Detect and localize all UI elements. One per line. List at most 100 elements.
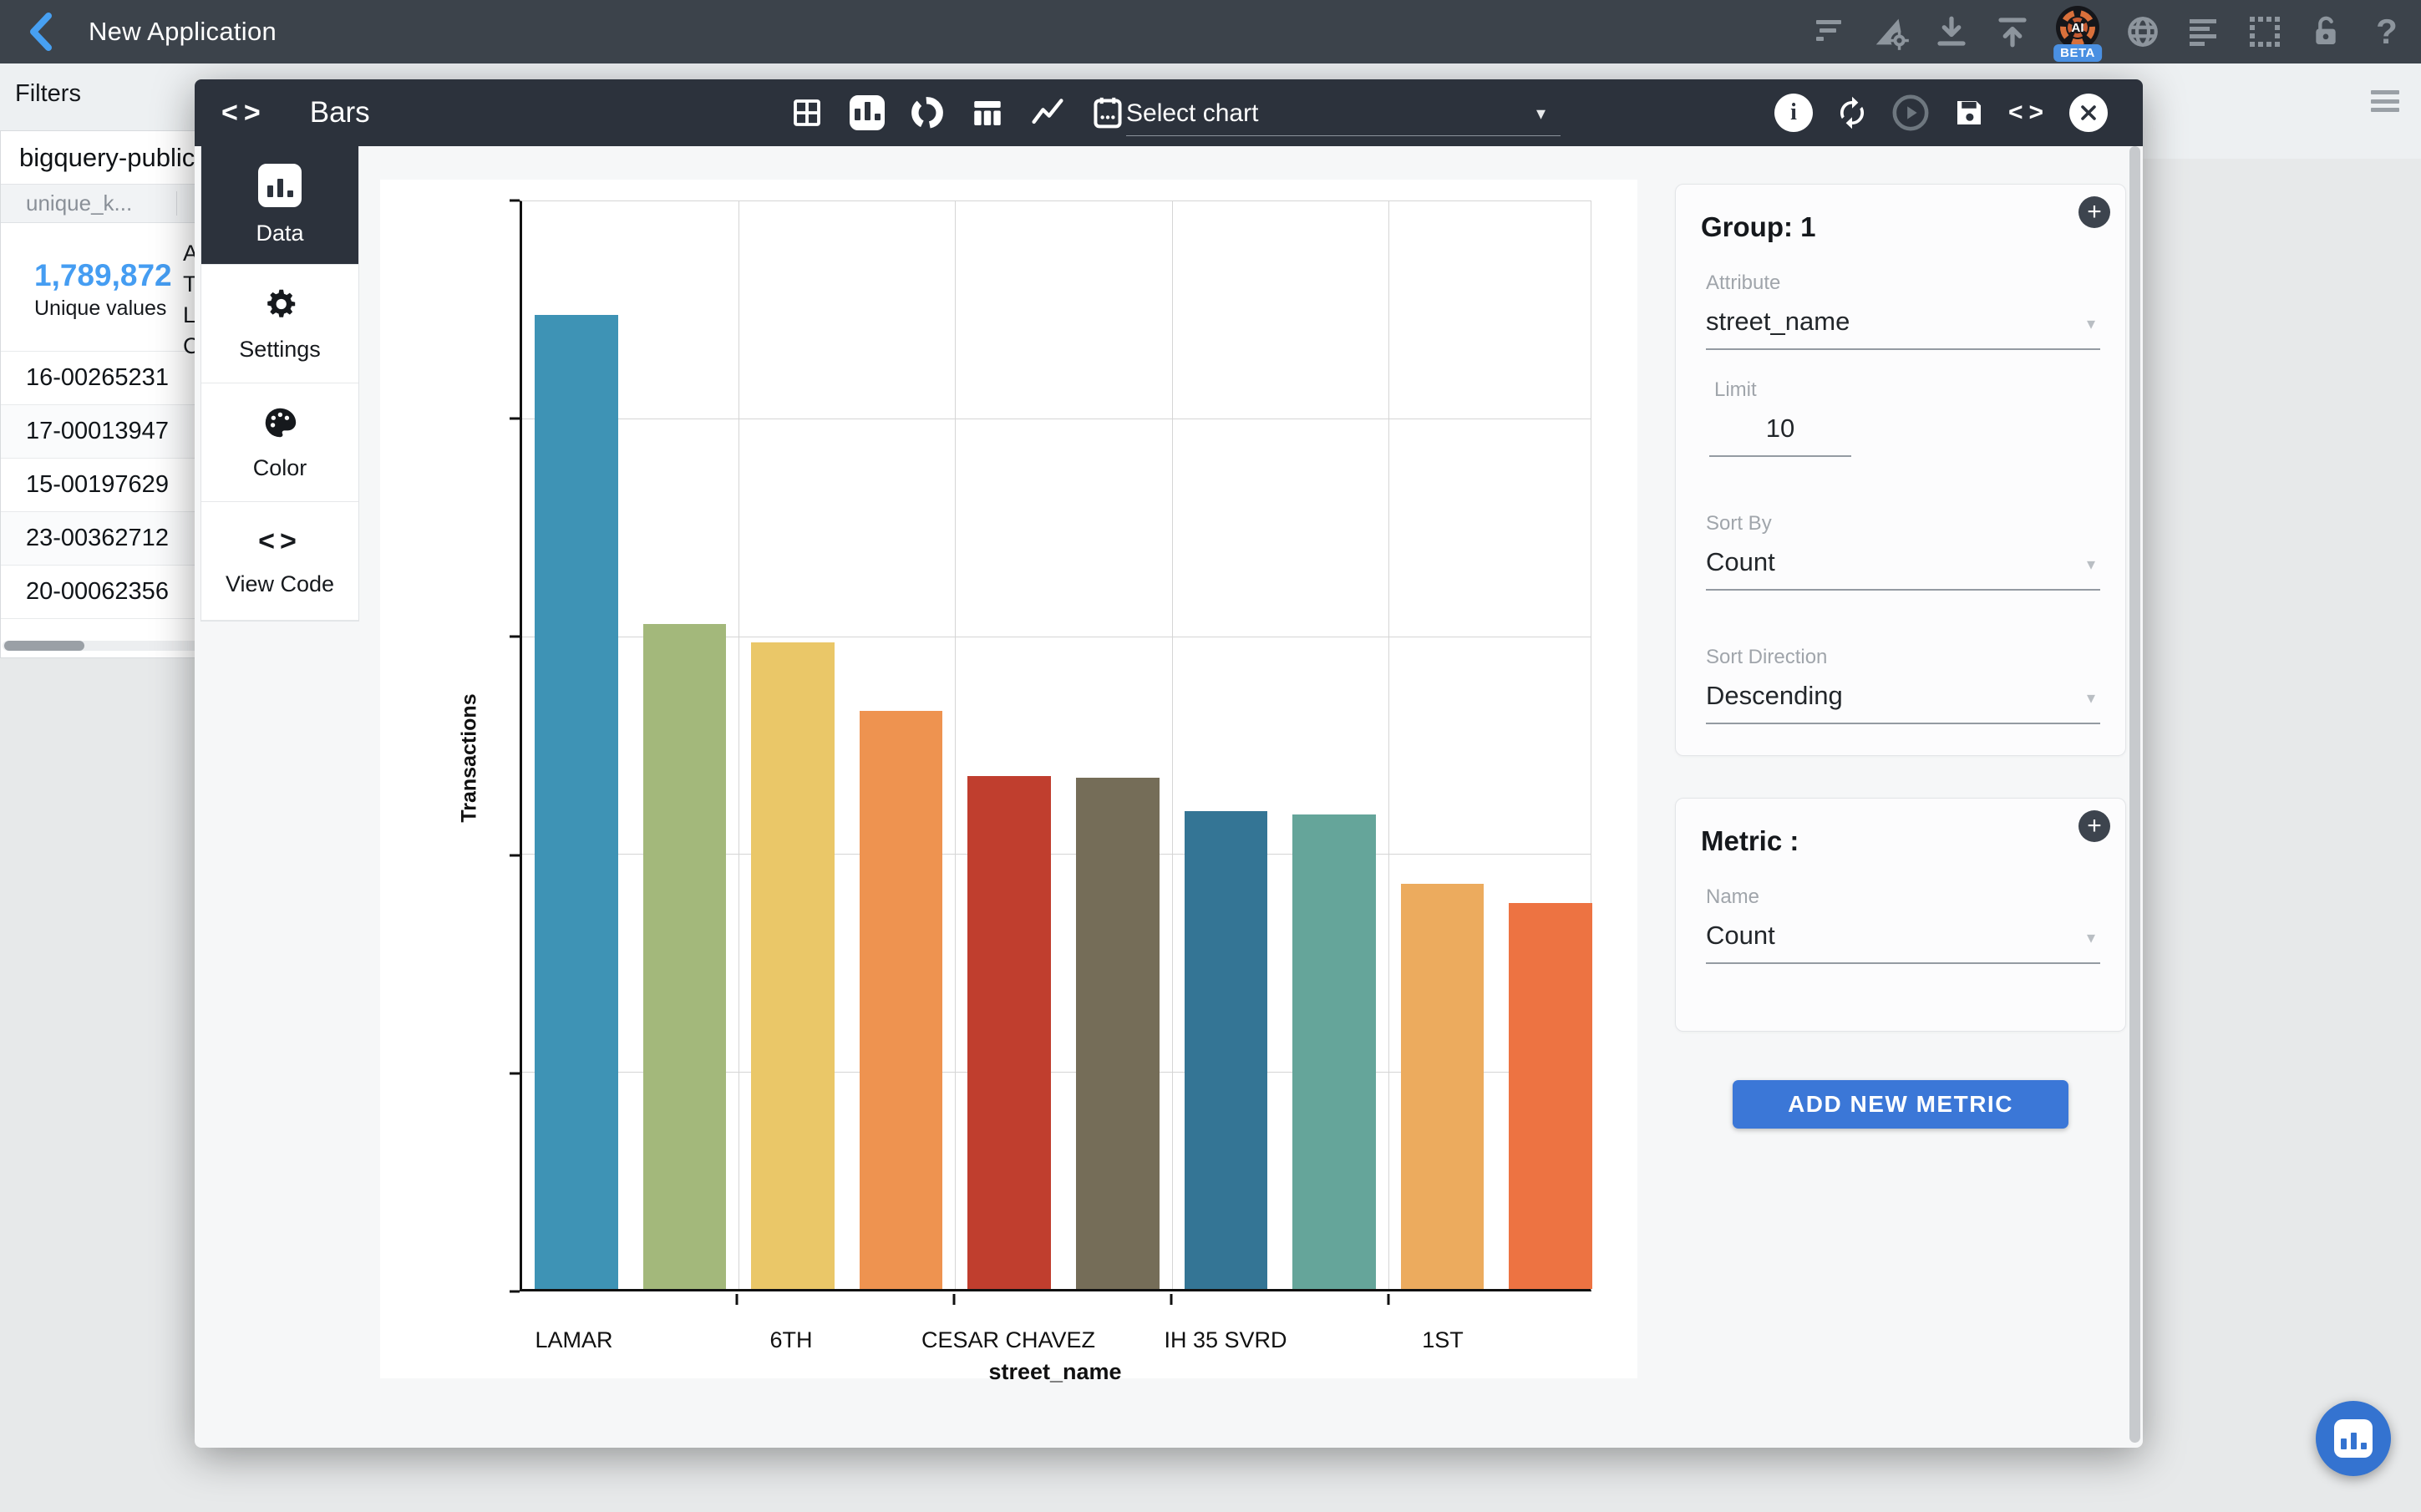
download-icon[interactable]	[1932, 0, 1971, 63]
sort-direction-label: Sort Direction	[1706, 646, 2100, 669]
info-button[interactable]: i	[1774, 94, 1813, 132]
gridline	[738, 201, 739, 1289]
x-tick-label: 6TH	[769, 1327, 812, 1353]
tab-view-code-label: View Code	[226, 571, 334, 597]
bar-chart-icon	[2334, 1419, 2373, 1458]
column-divider[interactable]	[176, 191, 177, 216]
donut-chart-icon[interactable]	[908, 94, 947, 132]
code-icon: <>	[258, 525, 302, 558]
play-button[interactable]	[1891, 94, 1930, 132]
back-chevron-icon	[28, 13, 53, 51]
x-tick-mark	[1170, 1294, 1173, 1305]
ai-logo[interactable]: AI BETA	[2054, 0, 2101, 63]
add-metric-plus-button[interactable]: +	[2078, 810, 2110, 842]
view-code-button[interactable]: <>	[2008, 99, 2049, 127]
help-icon[interactable]: ?	[2368, 0, 2406, 63]
bar[interactable]	[1509, 903, 1592, 1289]
calendar-icon[interactable]	[1089, 94, 1127, 132]
columns-icon[interactable]	[968, 94, 1007, 132]
add-group-button[interactable]: +	[2078, 196, 2110, 228]
bar[interactable]	[535, 315, 618, 1289]
modal-header: <> Bars	[195, 79, 2143, 146]
chart-editor-modal: <> Bars	[195, 79, 2143, 1448]
chevron-down-icon: ▾	[2087, 554, 2095, 575]
gridline	[955, 201, 956, 1289]
metric-name-label: Name	[1706, 885, 2100, 909]
tab-color-label: Color	[253, 455, 307, 481]
gridline	[1388, 201, 1389, 1289]
x-axis-labels: LAMAR6THCESAR CHAVEZIH 35 SVRD1ST	[520, 1327, 1591, 1361]
tab-color[interactable]: Color	[201, 383, 358, 502]
plot-area	[520, 200, 1591, 1291]
bar[interactable]	[751, 642, 835, 1289]
unique-count-label: Unique values	[34, 297, 166, 321]
sort-direction-select[interactable]: Descending ▾	[1706, 681, 2100, 724]
select-chart-dropdown[interactable]: Select chart ▾	[1126, 91, 1561, 136]
tab-data-label: Data	[256, 221, 303, 246]
y-axis-title: Transactions	[458, 693, 482, 822]
modal-actions: i	[1774, 79, 2108, 146]
metric-card: + Metric : Name Count ▾	[1675, 798, 2126, 1032]
tab-settings[interactable]: Settings	[201, 265, 358, 383]
limit-value: 10	[1766, 414, 1794, 443]
y-tick-mark	[510, 1291, 520, 1293]
save-button[interactable]	[1950, 94, 1988, 132]
list-icon[interactable]	[2185, 0, 2223, 63]
sort-by-select[interactable]: Count ▾	[1706, 547, 2100, 591]
unlock-icon[interactable]	[2307, 0, 2345, 63]
menu-icon[interactable]	[2371, 90, 2399, 112]
line-chart-icon[interactable]	[1028, 94, 1067, 132]
modal-title: Bars	[310, 96, 370, 129]
tab-data[interactable]: Data	[201, 146, 358, 265]
metric-name-select[interactable]: Count ▾	[1706, 921, 2100, 964]
dotted-grid-icon[interactable]	[2246, 0, 2284, 63]
sort-by-label: Sort By	[1706, 512, 2100, 535]
tab-view-code[interactable]: <> View Code	[201, 502, 358, 621]
modal-scrollbar[interactable]	[2129, 146, 2140, 1443]
chart-type-icons	[788, 79, 1127, 146]
code-icon[interactable]: <>	[221, 97, 266, 129]
upload-icon[interactable]	[1993, 0, 2032, 63]
bar[interactable]	[967, 776, 1051, 1289]
bar-chart-icon[interactable]	[848, 94, 886, 132]
globe-icon[interactable]	[2124, 0, 2162, 63]
limit-input[interactable]: 10	[1709, 414, 1851, 457]
x-tick-label: 1ST	[1422, 1327, 1464, 1353]
attribute-select[interactable]: street_name ▾	[1706, 307, 2100, 350]
y-tick-mark	[510, 636, 520, 638]
add-new-metric-button[interactable]: ADD NEW METRIC	[1733, 1080, 2068, 1129]
editor-rail: Data Settings Color <> View Code	[200, 146, 359, 622]
bar[interactable]	[1292, 814, 1376, 1289]
query-panel: + Group: 1 Attribute street_name ▾ Limit…	[1675, 146, 2126, 1129]
y-tick-mark	[510, 200, 520, 202]
y-tick-mark	[510, 418, 520, 420]
bar[interactable]	[643, 624, 727, 1289]
x-tick-mark	[1388, 1294, 1390, 1305]
filter-icon[interactable]	[1810, 0, 1849, 63]
app-title: New Application	[89, 17, 277, 47]
sort-by-value: Count	[1706, 547, 1775, 576]
ai-logo-circle: AI	[2056, 6, 2099, 49]
column-header-unique-key[interactable]: unique_k...	[26, 190, 132, 216]
sort-direction-value: Descending	[1706, 681, 1843, 710]
x-tick-mark	[736, 1294, 738, 1305]
refresh-button[interactable]	[1833, 94, 1871, 132]
close-button[interactable]	[2069, 94, 2108, 132]
chevron-down-icon: ▾	[2087, 927, 2095, 948]
x-tick-label: LAMAR	[535, 1327, 612, 1353]
scrollbar-thumb[interactable]	[4, 641, 84, 651]
beta-badge: BETA	[2053, 44, 2102, 62]
back-button[interactable]	[22, 10, 58, 53]
bar[interactable]	[1076, 778, 1160, 1289]
chart-settings-icon[interactable]	[1871, 0, 1910, 63]
x-axis-title: street_name	[988, 1359, 1121, 1385]
bar[interactable]	[1185, 811, 1268, 1289]
chart-fab-button[interactable]	[2316, 1401, 2391, 1476]
chevron-down-icon: ▾	[1536, 103, 1545, 124]
table-grid-icon[interactable]	[788, 94, 826, 132]
y-tick-mark	[510, 854, 520, 856]
bar[interactable]	[1401, 884, 1485, 1289]
chart-panel: Transactions 05k10k15k20k25k LAMAR6THCES…	[380, 180, 1637, 1378]
bar[interactable]	[860, 711, 943, 1289]
group-card: + Group: 1 Attribute street_name ▾ Limit…	[1675, 184, 2126, 756]
